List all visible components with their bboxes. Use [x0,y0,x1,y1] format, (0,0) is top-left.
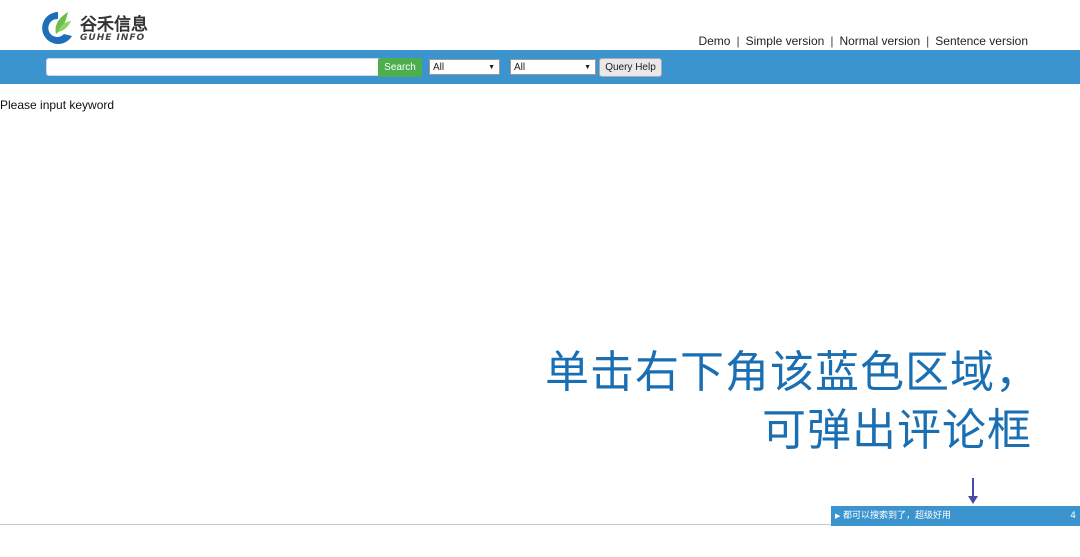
filter-select-2[interactable]: All ▼ [510,59,596,75]
search-button[interactable]: Search [378,58,422,77]
nav-link-normal[interactable]: Normal version [839,34,920,48]
annotation-text: 单击右下角该蓝色区域， 可弹出评论框 [545,344,1040,460]
nav-link-simple[interactable]: Simple version [746,34,825,48]
query-help-button[interactable]: Query Help [599,58,662,77]
filter-select-1[interactable]: All ▼ [429,59,500,75]
logo-text-en: GUHE INFO [80,33,146,43]
nav-separator: | [926,34,930,48]
arrow-down-icon [968,478,978,504]
annotation-line-2: 可弹出评论框 [762,405,1032,456]
dropdown-arrow-icon: ▼ [584,64,591,71]
top-nav: Demo | Simple version | Normal version | Sente… [698,34,1028,48]
keyword-prompt: Please input keyword [0,98,115,112]
comment-bar[interactable]: ▶ 都可以搜索到了，超级好用 4 [831,506,1080,526]
filter-select-2-value: All [514,62,526,73]
logo[interactable]: 谷禾信息 GUHE INFO [38,8,158,48]
nav-link-sentence[interactable]: Sentence version [935,34,1028,48]
nav-link-demo[interactable]: Demo [698,34,730,48]
dropdown-arrow-icon: ▼ [488,64,495,71]
comment-count: 4 [1070,511,1076,521]
keyword-input[interactable] [46,58,382,76]
annotation-line-1: 单击右下角该蓝色区域， [545,347,1040,398]
logo-text-zh: 谷禾信息 [80,15,148,35]
header: 谷禾信息 GUHE INFO Demo | Simple version | Norma… [0,0,1080,50]
filter-select-1-value: All [433,62,445,73]
caret-right-icon: ▶ [835,512,841,520]
nav-separator: | [736,34,740,48]
comment-message: 都可以搜索到了，超级好用 [843,511,952,521]
search-bar: Search All ▼ All ▼ Query Help [0,50,1080,84]
nav-separator: | [830,34,834,48]
logo-leaf-icon [42,12,72,44]
